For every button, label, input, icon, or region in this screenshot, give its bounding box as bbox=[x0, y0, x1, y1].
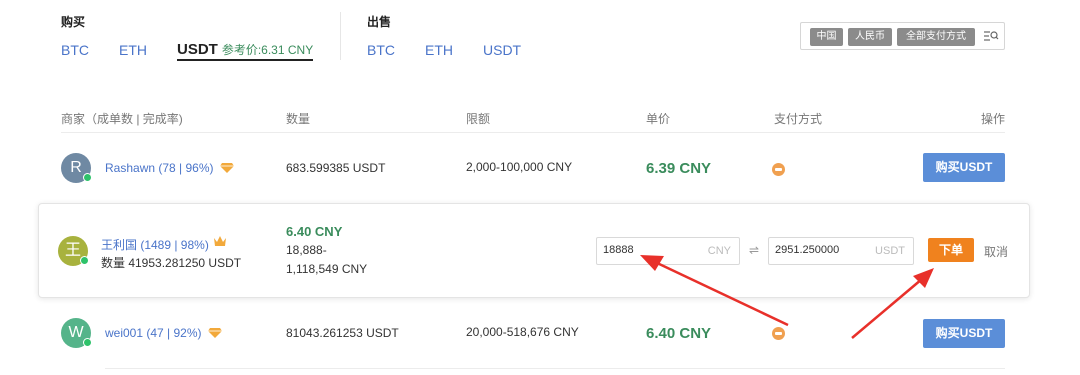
table-cell-price: 6.40 CNY bbox=[646, 325, 712, 342]
buy-usdt-button[interactable]: 购买USDT bbox=[923, 319, 1005, 348]
cny-amount-field[interactable]: CNY bbox=[596, 237, 740, 265]
merchant-name-link[interactable]: 王利国 (1489 | 98%) bbox=[101, 236, 209, 253]
table-cell-price: 6.39 CNY bbox=[646, 160, 712, 177]
filter-search-icon[interactable] bbox=[983, 28, 999, 44]
expanded-limit-min: 18,888- bbox=[286, 243, 327, 257]
usdt-amount-input[interactable] bbox=[775, 244, 875, 256]
cny-amount-input[interactable] bbox=[603, 244, 703, 256]
online-indicator bbox=[83, 173, 92, 182]
annotation-arrows bbox=[640, 255, 934, 339]
online-indicator bbox=[83, 338, 92, 347]
expanded-price: 6.40 CNY bbox=[286, 224, 343, 239]
header-merchant: 商家（成单数 | 完成率) bbox=[61, 112, 183, 126]
table-cell-amount: 81043.261253 USDT bbox=[286, 326, 399, 340]
diamond-badge-icon bbox=[208, 328, 222, 338]
sell-tab-btc[interactable]: BTC bbox=[367, 42, 395, 58]
bank-card-icon bbox=[772, 327, 785, 340]
buy-tab-usdt[interactable]: USDT 参考价:6.31 CNY bbox=[177, 41, 314, 61]
row-divider bbox=[105, 368, 1005, 369]
usdt-amount-field[interactable]: USDT bbox=[768, 237, 914, 265]
usdt-unit-label: USDT bbox=[875, 245, 905, 257]
swap-icon: ⇌ bbox=[749, 243, 760, 257]
filter-bar: 中国 人民币 全部支付方式 bbox=[800, 22, 1005, 50]
sell-tab-usdt[interactable]: USDT bbox=[483, 42, 521, 58]
merchant-name-link[interactable]: wei001 (47 | 92%) bbox=[105, 326, 202, 340]
country-filter-chip[interactable]: 中国 bbox=[810, 28, 843, 46]
buy-tab-eth[interactable]: ETH bbox=[119, 42, 147, 58]
buy-section-title: 购买 bbox=[61, 15, 86, 29]
place-order-button[interactable]: 下单 bbox=[928, 238, 974, 262]
expanded-limit-max: 1,118,549 CNY bbox=[286, 262, 368, 276]
header-amount: 数量 bbox=[286, 112, 311, 126]
cancel-link[interactable]: 取消 bbox=[984, 243, 1008, 260]
table-cell-amount: 683.599385 USDT bbox=[286, 161, 386, 175]
buy-usdt-button[interactable]: 购买USDT bbox=[923, 153, 1005, 182]
online-indicator bbox=[80, 256, 89, 265]
payment-filter-chip[interactable]: 全部支付方式 bbox=[897, 28, 975, 46]
sell-tab-eth[interactable]: ETH bbox=[425, 42, 453, 58]
buy-tab-btc[interactable]: BTC bbox=[61, 42, 89, 58]
header-action: 操作 bbox=[981, 112, 1006, 126]
reference-price: 参考价:6.31 CNY bbox=[221, 43, 314, 57]
header-limit: 限额 bbox=[466, 112, 491, 126]
diamond-badge-icon bbox=[220, 163, 234, 173]
cny-unit-label: CNY bbox=[707, 245, 731, 257]
bank-card-icon bbox=[772, 163, 785, 176]
crown-badge-icon bbox=[214, 236, 226, 246]
header-price: 单价 bbox=[646, 112, 671, 126]
merchant-name-link[interactable]: Rashawn (78 | 96%) bbox=[105, 161, 214, 175]
table-cell-limit: 2,000-100,000 CNY bbox=[466, 160, 573, 174]
buy-tab-usdt-label: USDT bbox=[177, 41, 218, 58]
sell-section-title: 出售 bbox=[367, 15, 392, 29]
section-divider bbox=[340, 12, 341, 60]
header-payment: 支付方式 bbox=[774, 112, 823, 126]
table-cell-limit: 20,000-518,676 CNY bbox=[466, 325, 579, 339]
currency-filter-chip[interactable]: 人民币 bbox=[848, 28, 892, 46]
merchant-quantity: 数量 41953.281250 USDT bbox=[101, 256, 242, 270]
header-divider bbox=[61, 132, 1005, 133]
